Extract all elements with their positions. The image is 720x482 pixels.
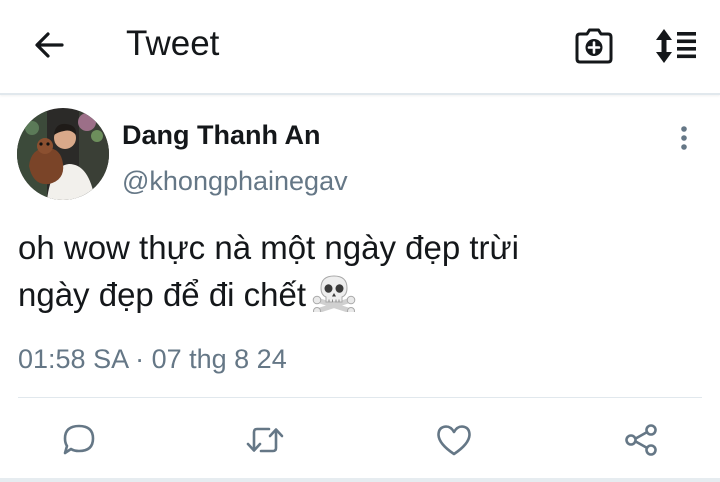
author-name[interactable]: Dang Thanh An — [122, 118, 320, 152]
back-button[interactable] — [28, 24, 70, 66]
profile-photo — [17, 108, 109, 200]
tweet-timestamp: 01:58 SA · 07 thg 8 24 — [18, 344, 287, 374]
reply-icon — [63, 424, 95, 455]
avatar[interactable] — [17, 108, 109, 200]
author-handle[interactable]: @khongphainegav — [122, 164, 348, 198]
tweet-text-line-2: ngày đẹp để đi chết — [18, 271, 708, 318]
sort-list-icon — [656, 29, 696, 63]
camera-plus-icon — [575, 28, 613, 64]
skull-and-crossbones-icon — [312, 275, 356, 312]
like-button[interactable] — [432, 418, 476, 462]
reply-button[interactable] — [57, 418, 101, 462]
top-app-bar: Tweet — [0, 0, 720, 95]
bottom-divider — [0, 478, 720, 482]
sort-button[interactable] — [652, 24, 700, 68]
divider — [18, 397, 702, 398]
vertical-dots-icon — [681, 126, 687, 150]
arrow-left-icon — [35, 32, 64, 58]
more-options-button[interactable] — [668, 120, 700, 156]
share-icon — [625, 424, 657, 456]
tweet-text-line-2-text: ngày đẹp để đi chết — [18, 276, 307, 313]
retweet-icon — [246, 427, 284, 453]
like-icon — [437, 425, 471, 456]
tweet-text-line-1: oh wow thực nà một ngày đẹp trừi — [18, 229, 519, 266]
share-button[interactable] — [619, 418, 663, 462]
page-title: Tweet — [126, 24, 220, 63]
camera-button[interactable] — [572, 24, 616, 68]
retweet-button[interactable] — [243, 418, 287, 462]
tweet-text: oh wow thực nà một ngày đẹp trừi ngày đẹ… — [18, 224, 708, 318]
